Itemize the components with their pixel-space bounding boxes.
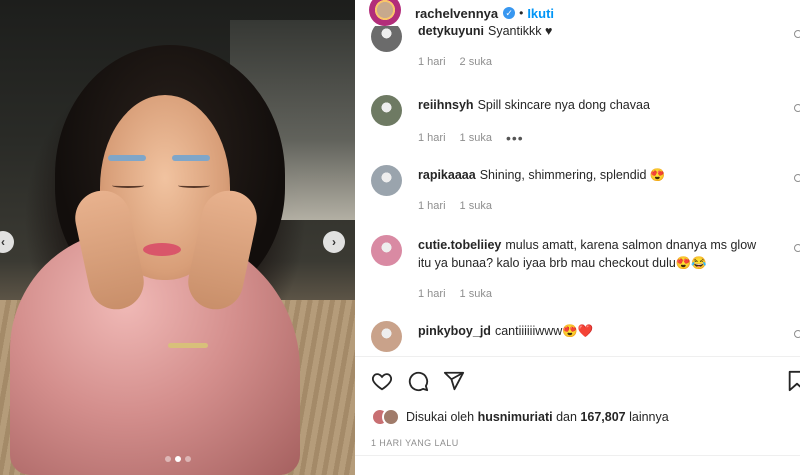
liker-avatar[interactable]: [382, 408, 400, 426]
post-timestamp: 1 HARI YANG LALU: [371, 438, 459, 448]
header-separator: •: [519, 6, 524, 20]
comment-time[interactable]: 1 hari: [418, 200, 446, 212]
left-eye: [112, 183, 144, 188]
commenter-avatar[interactable]: [371, 26, 402, 52]
comment-item: pinkyboy_jd cantiiiiiiwww😍❤️: [355, 316, 800, 356]
comment-like-heart-icon[interactable]: [794, 244, 800, 252]
verified-check: ✓: [505, 7, 513, 18]
commenter-username[interactable]: reiihnsyh: [418, 98, 474, 112]
commenter-avatar[interactable]: [371, 95, 402, 126]
comment-meta: 1 hari 1 suka •••: [418, 130, 524, 146]
likes-prefix: Disukai oleh: [406, 410, 475, 424]
likes-summary: Disukai oleh husnimuriati dan 167,807 la…: [371, 408, 669, 426]
comment-like-heart-icon[interactable]: [794, 330, 800, 338]
commenter-username[interactable]: cutie.tobeliiey: [418, 238, 501, 252]
comment-item: cutie.tobeliiey mulus amatt, karena salmo…: [355, 230, 800, 310]
divider: [355, 356, 800, 357]
right-eyebrow: [172, 155, 210, 161]
bracelet: [168, 343, 208, 348]
comment-list[interactable]: detyku̇yuni Syantikkk ♥ 1 hari 2 suka reiihn…: [355, 26, 800, 356]
comment-meta: 1 hari 1 suka: [418, 200, 492, 212]
comment-meta: 1 hari 2 suka: [418, 56, 492, 68]
liker-username[interactable]: husnimuriati: [478, 410, 553, 424]
carousel-dot: [184, 456, 191, 462]
comment-text: cantiiiiiiwww😍❤️: [494, 324, 594, 338]
commenter-avatar[interactable]: [371, 321, 402, 352]
commenter-username[interactable]: pinkyboy_jd: [418, 324, 491, 338]
share-icon[interactable]: [443, 370, 465, 392]
right-eye: [178, 183, 210, 188]
comment-item: reiihnsyh Spill skincare nya dong chavaa 1…: [355, 90, 800, 170]
comment-body: cutie.tobeliiey mulus amatt, karena salmo…: [418, 236, 758, 272]
post-side-panel: rachelvennya ✓ • Ikuti detyku̇yuni Syanti…: [355, 0, 800, 475]
commenter-username[interactable]: rapikaaaa: [418, 168, 476, 182]
verified-badge-icon: ✓: [503, 7, 516, 19]
post-header: rachelvennya ✓ • Ikuti: [355, 0, 800, 26]
heart-icon[interactable]: [371, 370, 393, 392]
likes-count[interactable]: 167,807: [580, 410, 625, 424]
comment-body: detyku̇yuni Syantikkk ♥: [418, 26, 758, 40]
comment-time[interactable]: 1 hari: [418, 56, 446, 68]
likes-text: Disukai oleh husnimuriati dan 167,807 la…: [406, 410, 669, 424]
action-bar: [371, 370, 465, 392]
chevron-right-icon: ›: [332, 235, 336, 249]
likes-and: dan: [556, 410, 577, 424]
comment-item: rapikaaaa Shining, shimmering, splendid 😍…: [355, 160, 800, 240]
comment-time[interactable]: 1 hari: [418, 288, 446, 300]
bookmark-icon[interactable]: [787, 370, 800, 397]
commenter-username[interactable]: detyku̇yuni: [418, 26, 484, 38]
comment-body: pinkyboy_jd cantiiiiiiwww😍❤️: [418, 322, 758, 340]
commenter-avatar[interactable]: [371, 235, 402, 266]
carousel-next-button[interactable]: ›: [323, 231, 345, 253]
comment-icon[interactable]: [407, 370, 429, 392]
author-username[interactable]: rachelvennya: [415, 6, 498, 21]
author-avatar[interactable]: [369, 0, 401, 26]
comment-text: Spill skincare nya dong chavaa: [477, 98, 650, 112]
carousel-dot: [164, 456, 171, 462]
post-photo[interactable]: ‹ ›: [0, 0, 355, 475]
comment-item: detyku̇yuni Syantikkk ♥ 1 hari 2 suka: [355, 26, 800, 96]
comment-like-heart-icon[interactable]: [794, 174, 800, 182]
comment-like-count[interactable]: 1 suka: [460, 288, 492, 300]
comment-meta: 1 hari 1 suka: [418, 288, 492, 300]
carousel-dots: [0, 456, 355, 462]
lips: [143, 243, 181, 256]
chevron-left-icon: ‹: [1, 235, 5, 249]
commenter-avatar[interactable]: [371, 165, 402, 196]
comment-like-count[interactable]: 1 suka: [460, 200, 492, 212]
comment-like-count[interactable]: 2 suka: [460, 56, 492, 68]
comment-options-button[interactable]: •••: [506, 130, 524, 146]
likes-suffix: lainnya: [629, 410, 669, 424]
comment-body: rapikaaaa Shining, shimmering, splendid 😍: [418, 166, 758, 184]
comment-body: reiihnsyh Spill skincare nya dong chavaa: [418, 96, 758, 114]
comment-text: Syantikkk ♥: [488, 26, 553, 38]
comment-like-count[interactable]: 1 suka: [460, 132, 492, 144]
comment-like-heart-icon[interactable]: [794, 104, 800, 112]
follow-button[interactable]: Ikuti: [527, 6, 554, 21]
carousel-dot: [174, 456, 181, 462]
comment-like-heart-icon[interactable]: [794, 30, 800, 38]
comment-time[interactable]: 1 hari: [418, 132, 446, 144]
left-eyebrow: [108, 155, 146, 161]
add-comment-area[interactable]: [355, 455, 800, 475]
comment-text: Shining, shimmering, splendid 😍: [479, 168, 666, 182]
carousel-prev-button[interactable]: ‹: [0, 231, 14, 253]
